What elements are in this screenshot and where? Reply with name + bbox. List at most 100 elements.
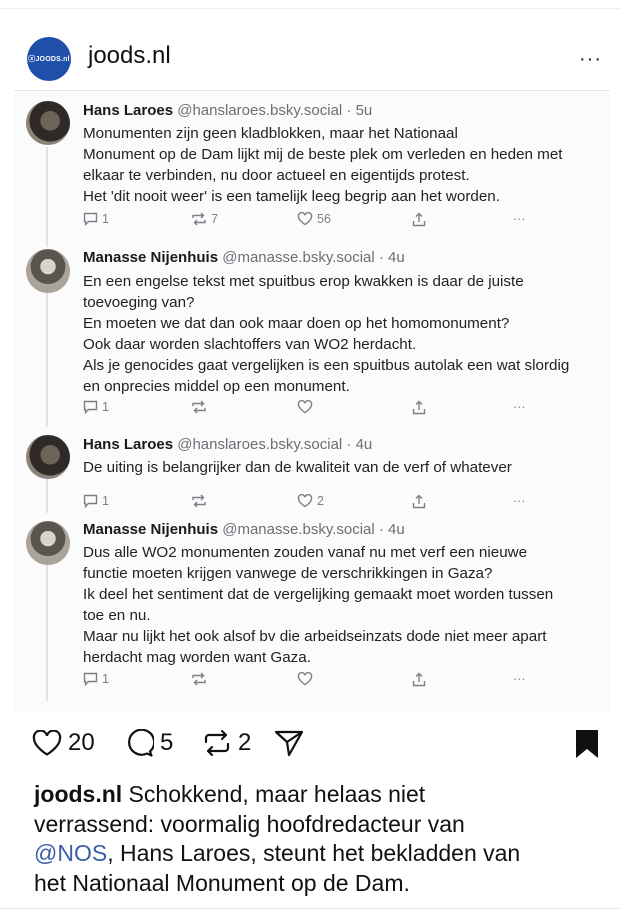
reply-button[interactable]: 1 [83,494,109,508]
like-button[interactable] [297,400,317,414]
post-text-line: functie moeten krijgen vanwege de versch… [83,565,493,582]
avatar[interactable] [26,249,70,293]
thread-connector [46,147,48,247]
author-name[interactable]: Hans Laroes [83,436,173,453]
reply-count: 1 [102,672,109,686]
post-text-line: toevoeging van? [83,294,195,311]
heart-icon [32,729,62,756]
post-actions: 1 ··· [83,400,553,420]
reply-icon [83,672,98,686]
avatar[interactable] [26,101,70,145]
like-count: 20 [68,729,95,756]
repost-button[interactable] [191,672,211,686]
post-actions: 1 ··· [83,672,553,692]
caption-line: joods.nl Schokkend, maar helaas niet [34,780,594,810]
post-text-line: Als je genocides gaat vergelijken is een… [83,357,570,374]
like-button[interactable]: 20 [32,729,95,757]
post-text-line: elkaar te verbinden, nu door actueel en … [83,167,470,184]
post-text-line: en onprecies middel op een monument. [83,378,350,395]
share-button[interactable] [412,212,426,227]
post-more-button[interactable]: ··· [513,212,526,226]
post-text-line: Ook daar worden slachtoffers van WO2 her… [83,336,417,353]
heart-icon [297,400,313,414]
share-button[interactable] [412,672,426,687]
like-button[interactable]: 2 [297,494,324,508]
post-text-line: Maar nu lijkt het ook alsof bv die arbei… [83,628,547,645]
reply-button[interactable]: 1 [83,672,109,686]
comment-button[interactable]: 5 [124,729,173,757]
comment-icon [128,729,154,757]
post-text: De uiting is belangrijker dan de kwalite… [83,457,603,478]
top-strip [0,0,620,9]
author-handle[interactable]: @hanslaroes.bsky.social · 5u [177,102,372,119]
post-text-line: En moeten we dat dan ook maar doen op he… [83,315,510,332]
thread-connector [46,561,48,701]
share-button[interactable] [412,494,426,509]
repost-button[interactable]: 2 [202,729,251,757]
repost-button[interactable] [191,400,211,414]
repost-button[interactable] [191,494,211,508]
like-button[interactable] [297,672,317,686]
post-author-line: Manasse Nijenhuis @manasse.bsky.social ·… [83,249,405,266]
caption-text: , Hans Laroes, steunt het bekladden van [107,840,521,866]
post-actions: 1 7 56 ··· [83,212,553,232]
post-text-line: Ik deel het sentiment dat de vergelijkin… [83,586,554,603]
repost-icon [192,672,206,686]
account-avatar[interactable]: ⓧJOODS.nl [27,37,71,81]
send-icon [274,730,304,757]
post-text-line: Het 'dit nooit weer' is een tamelijk lee… [83,188,500,205]
share-icon [412,494,426,509]
repost-icon [192,494,206,508]
post-text: Dus alle WO2 monumenten zouden vanaf nu … [83,542,603,668]
save-button[interactable] [574,729,600,759]
post-more-button[interactable]: ··· [513,672,526,686]
more-options-icon[interactable]: ··· [579,48,602,71]
heart-icon [297,212,313,226]
comment-count: 5 [160,729,174,756]
post-header: ⓧJOODS.nl joods.nl ··· [0,22,620,88]
caption-account[interactable]: joods.nl [34,781,122,807]
share-icon [412,212,426,227]
post-actions: 1 2 ··· [83,494,553,514]
thread-connector [46,287,48,427]
repost-button[interactable]: 7 [191,212,218,226]
post-text-line: Dus alle WO2 monumenten zouden vanaf nu … [83,544,528,561]
post-more-icon: ··· [513,672,526,686]
share-button[interactable] [412,400,426,415]
screenshot-card: Hans Laroes @hanslaroes.bsky.social · 5u… [14,90,610,711]
repost-icon [192,400,206,414]
caption-text: Schokkend, maar helaas niet [122,781,426,807]
author-handle[interactable]: @manasse.bsky.social · 4u [222,249,405,266]
like-button[interactable]: 56 [297,212,331,226]
avatar[interactable] [26,435,70,479]
post-more-icon: ··· [513,212,526,226]
reply-icon [83,212,98,226]
repost-icon [192,212,206,226]
share-button[interactable] [274,729,304,757]
mention-link[interactable]: @NOS [34,840,107,866]
post-author-line: Hans Laroes @hanslaroes.bsky.social · 5u [83,102,372,119]
author-name[interactable]: Manasse Nijenhuis [83,249,218,266]
reply-count: 1 [102,494,109,508]
author-name[interactable]: Hans Laroes [83,102,173,119]
reply-button[interactable]: 1 [83,212,109,226]
caption-line: het Nationaal Monument op de Dam. [34,869,410,896]
author-handle[interactable]: @manasse.bsky.social · 4u [222,521,405,538]
reply-count: 1 [102,212,109,226]
post-caption: joods.nl Schokkend, maar helaas niet ver… [34,780,594,898]
author-handle[interactable]: @hanslaroes.bsky.social · 4u [177,436,372,453]
post-more-button[interactable]: ··· [513,494,526,508]
avatar[interactable] [26,521,70,565]
repost-count: 7 [211,212,218,226]
post-author-line: Manasse Nijenhuis @manasse.bsky.social ·… [83,521,405,538]
divider [0,908,620,909]
share-icon [412,672,426,687]
post-text-line: De uiting is belangrijker dan de kwalite… [83,459,512,476]
post-more-button[interactable]: ··· [513,400,526,414]
like-count: 2 [317,494,324,508]
account-name[interactable]: joods.nl [88,42,171,70]
reply-button[interactable]: 1 [83,400,109,414]
repost-count: 2 [238,729,252,756]
caption-line: verrassend: voormalig hoofdredacteur van [34,810,465,837]
author-name[interactable]: Manasse Nijenhuis [83,521,218,538]
